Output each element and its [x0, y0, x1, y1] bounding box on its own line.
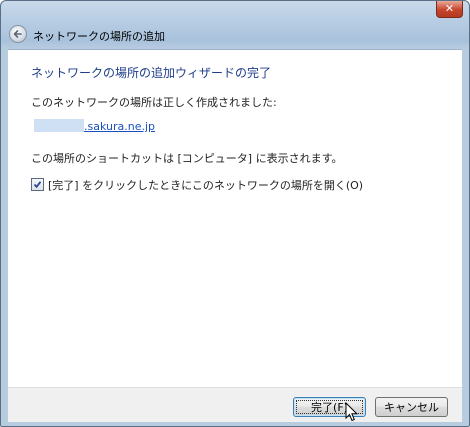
wizard-heading: ネットワークの場所の追加ウィザードの完了: [31, 66, 272, 80]
back-button[interactable]: [9, 25, 27, 43]
wizard-window: ✕ ネットワークの場所の追加 ネットワークの場所の追加ウィザードの完了 このネッ…: [0, 0, 470, 427]
redacted-host: [34, 119, 84, 132]
open-location-option[interactable]: [完了] をクリックしたときにこのネットワークの場所を開く(O): [31, 177, 364, 192]
wizard-content: ネットワークの場所の追加ウィザードの完了 このネットワークの場所は正しく作成され…: [8, 49, 462, 387]
mouse-cursor-icon: [345, 402, 359, 422]
close-button[interactable]: ✕: [436, 1, 463, 18]
location-link[interactable]: .sakura.ne.jp: [84, 120, 155, 133]
location-link-row: .sakura.ne.jp: [34, 119, 155, 133]
cancel-button[interactable]: キャンセル: [375, 397, 448, 417]
open-location-label: [完了] をクリックしたときにこのネットワークの場所を開く(O): [48, 179, 364, 192]
window-title: ネットワークの場所の追加: [33, 30, 165, 43]
back-arrow-icon: [13, 30, 22, 38]
created-message: このネットワークの場所は正しく作成されました:: [31, 96, 277, 109]
shortcut-message: この場所のショートカットは [コンピュータ] に表示されます。: [31, 152, 343, 165]
open-location-checkbox[interactable]: [31, 178, 44, 191]
button-bar: 完了(F) キャンセル: [8, 387, 462, 422]
checkmark-icon: [33, 181, 42, 189]
close-icon: ✕: [444, 2, 455, 15]
cancel-button-label: キャンセル: [384, 401, 439, 414]
